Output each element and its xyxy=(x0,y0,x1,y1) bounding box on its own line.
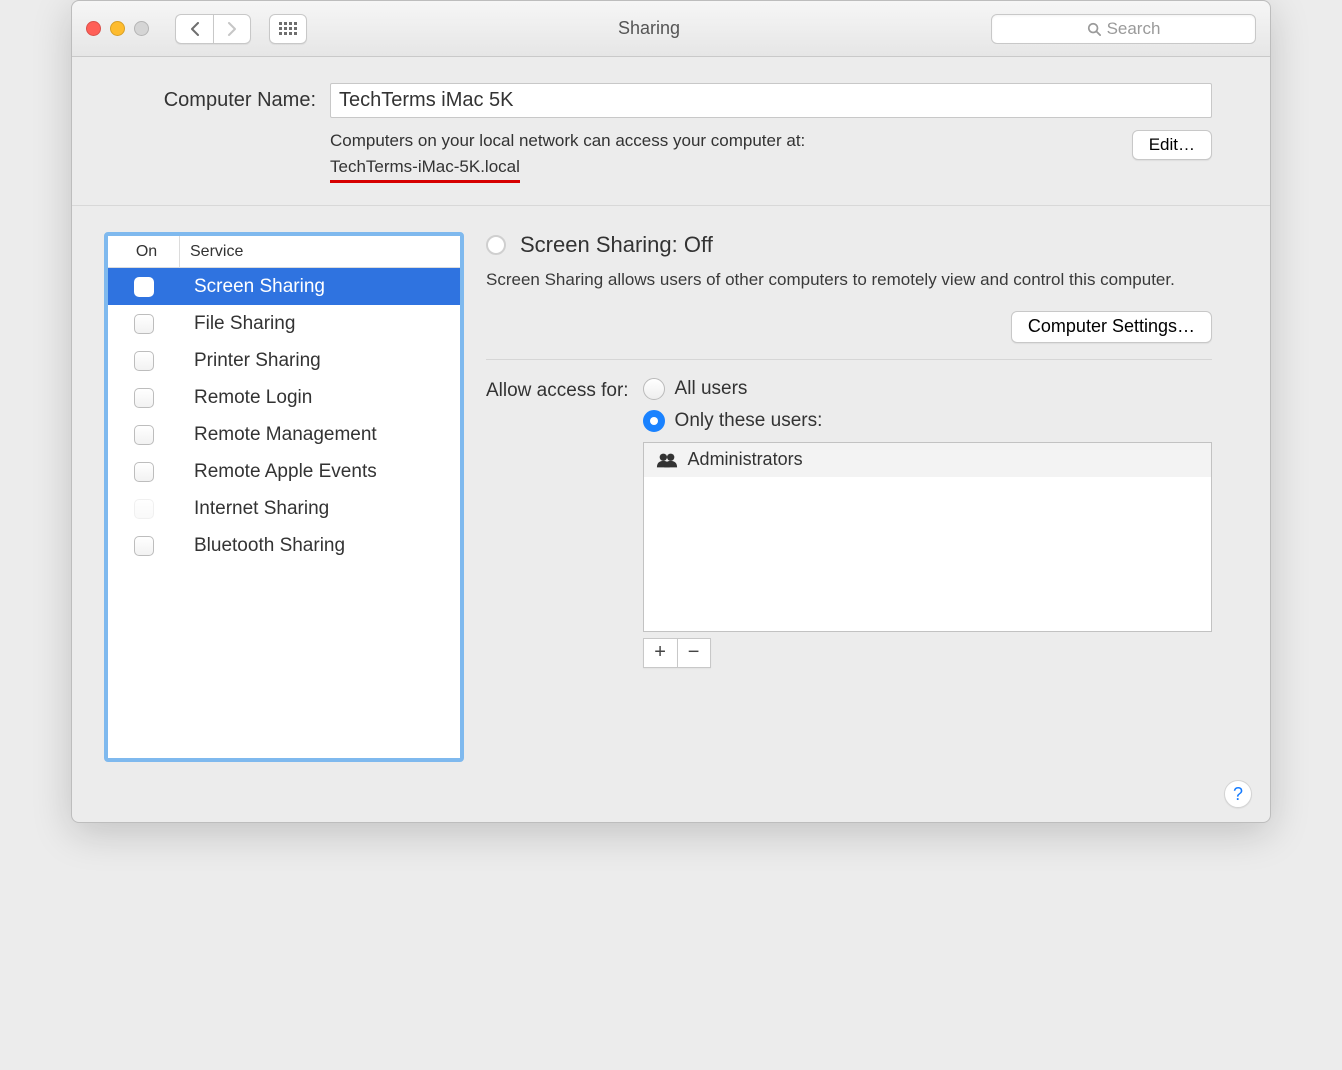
body: On Service Screen Sharing File Sharing Pri… xyxy=(72,206,1270,780)
service-label: Remote Apple Events xyxy=(180,461,377,483)
radio-all-users[interactable]: All users xyxy=(643,378,1212,400)
footer: ? xyxy=(72,780,1270,822)
back-button[interactable] xyxy=(175,14,213,44)
remove-user-button[interactable]: − xyxy=(677,638,711,668)
service-description: Screen Sharing allows users of other com… xyxy=(486,268,1212,293)
service-checkbox[interactable] xyxy=(108,536,180,556)
forward-button[interactable] xyxy=(213,14,251,44)
hostname-hint: Computers on your local network can acce… xyxy=(330,128,1114,183)
edit-hostname-button[interactable]: Edit… xyxy=(1132,130,1212,160)
checkbox-icon xyxy=(134,314,154,334)
checkbox-icon xyxy=(134,351,154,371)
service-row-remote-login[interactable]: Remote Login xyxy=(108,379,460,416)
user-name: Administrators xyxy=(688,449,803,470)
checkbox-icon xyxy=(134,277,154,297)
computer-name-section: Computer Name: Computers on your local n… xyxy=(72,57,1270,206)
service-label: Remote Management xyxy=(180,424,377,446)
list-header: On Service xyxy=(108,236,460,268)
add-user-button[interactable]: + xyxy=(643,638,677,668)
nav-group xyxy=(175,14,251,44)
zoom-window-button xyxy=(134,21,149,36)
computer-name-label: Computer Name: xyxy=(130,89,330,112)
service-checkbox[interactable] xyxy=(108,388,180,408)
show-all-button[interactable] xyxy=(269,14,307,44)
search-field[interactable]: Search xyxy=(991,14,1256,44)
radio-icon xyxy=(643,378,665,400)
search-container: Search xyxy=(991,14,1256,44)
minimize-window-button[interactable] xyxy=(110,21,125,36)
service-row-file-sharing[interactable]: File Sharing xyxy=(108,305,460,342)
detail-panel: Screen Sharing: Off Screen Sharing allow… xyxy=(486,232,1212,762)
service-checkbox[interactable] xyxy=(108,499,180,519)
service-label: Printer Sharing xyxy=(180,350,321,372)
computer-name-input[interactable] xyxy=(330,83,1212,118)
column-service: Service xyxy=(180,243,243,261)
window-title: Sharing xyxy=(317,18,981,39)
user-row[interactable]: Administrators xyxy=(644,443,1211,477)
service-status-title: Screen Sharing: Off xyxy=(520,232,713,258)
column-on: On xyxy=(108,236,180,267)
list-rows: Screen Sharing File Sharing Printer Sharin… xyxy=(108,268,460,758)
services-list[interactable]: On Service Screen Sharing File Sharing Pri… xyxy=(104,232,464,762)
service-checkbox[interactable] xyxy=(108,277,180,297)
computer-settings-button[interactable]: Computer Settings… xyxy=(1011,311,1212,343)
checkbox-icon xyxy=(134,425,154,445)
checkbox-icon xyxy=(134,536,154,556)
divider xyxy=(486,359,1212,360)
checkbox-icon xyxy=(134,499,154,519)
chevron-left-icon xyxy=(189,22,201,36)
help-button[interactable]: ? xyxy=(1224,780,1252,808)
radio-selected-icon xyxy=(643,410,665,432)
hostname: TechTerms-iMac-5K.local xyxy=(330,154,520,184)
titlebar: Sharing Search xyxy=(72,1,1270,57)
status-indicator-icon xyxy=(486,235,506,255)
service-row-remote-management[interactable]: Remote Management xyxy=(108,416,460,453)
users-group-icon xyxy=(656,452,678,468)
chevron-right-icon xyxy=(226,22,238,36)
service-checkbox[interactable] xyxy=(108,314,180,334)
service-checkbox[interactable] xyxy=(108,351,180,371)
search-icon xyxy=(1087,22,1101,36)
grid-icon xyxy=(279,22,297,35)
checkbox-icon xyxy=(134,462,154,482)
service-row-printer-sharing[interactable]: Printer Sharing xyxy=(108,342,460,379)
users-list[interactable]: Administrators xyxy=(643,442,1212,632)
service-row-bluetooth-sharing[interactable]: Bluetooth Sharing xyxy=(108,527,460,564)
service-label: Bluetooth Sharing xyxy=(180,535,345,557)
service-row-internet-sharing[interactable]: Internet Sharing xyxy=(108,490,460,527)
checkbox-icon xyxy=(134,388,154,408)
service-label: Remote Login xyxy=(180,387,312,409)
service-row-remote-apple-events[interactable]: Remote Apple Events xyxy=(108,453,460,490)
sharing-preferences-window: Sharing Search Computer Name: Computers … xyxy=(71,0,1271,823)
radio-only-these-users[interactable]: Only these users: xyxy=(643,410,1212,432)
service-checkbox[interactable] xyxy=(108,425,180,445)
service-row-screen-sharing[interactable]: Screen Sharing xyxy=(108,268,460,305)
service-label: Internet Sharing xyxy=(180,498,329,520)
service-label: File Sharing xyxy=(180,313,295,335)
allow-access-label: Allow access for: xyxy=(486,378,629,402)
search-placeholder: Search xyxy=(1107,19,1161,39)
service-checkbox[interactable] xyxy=(108,462,180,482)
window-controls xyxy=(86,21,149,36)
services-panel: On Service Screen Sharing File Sharing Pri… xyxy=(104,232,464,762)
service-label: Screen Sharing xyxy=(180,276,325,298)
close-window-button[interactable] xyxy=(86,21,101,36)
